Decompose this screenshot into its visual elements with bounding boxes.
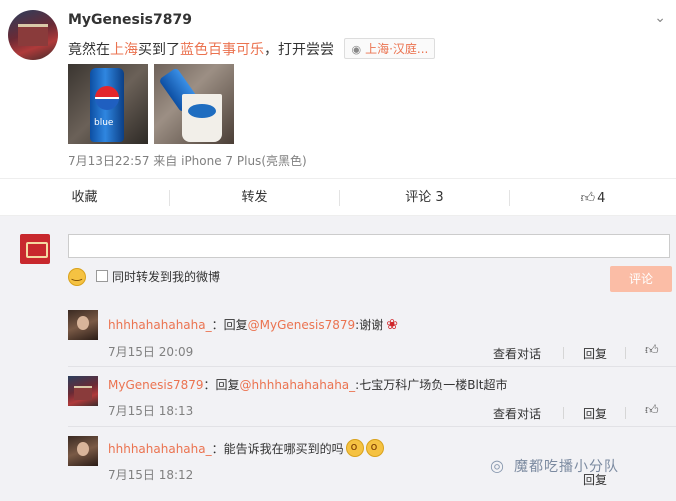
comment-action-divider: [563, 347, 564, 359]
reply-button[interactable]: 回复: [583, 405, 607, 422]
location-chip[interactable]: ◉ 上海·汉庭...: [344, 38, 436, 59]
like-button[interactable]: 👍︎ 4: [510, 179, 676, 217]
comment-mention[interactable]: @hhhhahahahaha_: [240, 378, 356, 392]
post-text: 竟然在上海买到了蓝色百事可乐，打开尝尝 ◉ 上海·汉庭...: [68, 38, 436, 59]
comment-time: 7月15日 20:09: [108, 345, 194, 359]
comment-sep: ：: [211, 442, 224, 456]
watermark-text: 魔都吃播小分队: [514, 459, 619, 475]
thumbs-up-icon[interactable]: 👍︎: [645, 343, 659, 358]
thumbs-up-icon[interactable]: 👍︎: [645, 403, 659, 418]
comment-reply-word: 回复: [223, 318, 248, 332]
also-repost-checkbox[interactable]: [96, 270, 108, 282]
comment-body: :七宝万科广场负一楼Blt超市: [355, 378, 508, 392]
comment-text: MyGenesis7879：回复@hhhhahahahaha_:七宝万科广场负一…: [108, 376, 508, 393]
like-count: 4: [597, 191, 606, 206]
comment-button[interactable]: 评论 3: [340, 179, 509, 217]
comment-text: hhhhahahahaha_：回复@MyGenesis7879:谢谢 ❀: [108, 316, 398, 333]
comment-time: 7月15日 18:12: [108, 468, 194, 482]
location-pin-icon: ◉: [351, 43, 362, 56]
comment-action-divider: [563, 407, 564, 419]
favorite-button[interactable]: 收藏: [0, 179, 169, 217]
post-text-part2: 买到了: [138, 42, 180, 58]
action-bar: 收藏 转发 评论 3 👍︎ 4: [0, 178, 676, 216]
location-label: 上海·汉庭...: [365, 42, 429, 56]
view-thread-button[interactable]: 查看对话: [493, 405, 541, 422]
view-thread-button[interactable]: 查看对话: [493, 345, 541, 362]
comment-sep: ：: [211, 318, 224, 332]
post-text-part1: 竟然在: [68, 42, 110, 58]
comment-username[interactable]: MyGenesis7879: [108, 378, 204, 392]
comment-divider: [68, 366, 676, 367]
post-photo-2[interactable]: [154, 64, 234, 144]
repost-button[interactable]: 转发: [170, 179, 339, 217]
comment-body: :谢谢: [355, 318, 384, 332]
submit-comment-button[interactable]: 评论: [610, 266, 672, 292]
shocked-emoji-icon: [365, 439, 384, 457]
post-meta: 7月13日22:57 来自 iPhone 7 Plus(亮黑色): [68, 154, 307, 168]
comment-body: 能告诉我在哪买到的吗: [223, 442, 344, 456]
topic-link[interactable]: 蓝色百事可乐: [180, 42, 264, 58]
rose-icon: ❀: [386, 317, 398, 333]
comment-reply-word: 回复: [215, 378, 240, 392]
comment-input[interactable]: [68, 234, 670, 258]
comment-text: hhhhahahahaha_：能告诉我在哪买到的吗: [108, 439, 384, 457]
current-user-avatar[interactable]: [20, 234, 50, 264]
commenter-avatar[interactable]: [68, 376, 98, 406]
comment-time: 7月15日 18:13: [108, 404, 194, 418]
wechat-icon: ◎: [490, 456, 504, 475]
shocked-emoji-icon: [345, 439, 364, 457]
chevron-down-icon[interactable]: ⌄: [654, 10, 666, 26]
author-username[interactable]: MyGenesis7879: [68, 12, 192, 28]
post-text-part3: ，打开尝尝: [264, 42, 334, 58]
comment-username[interactable]: hhhhahahahaha_: [108, 442, 212, 456]
emoji-icon[interactable]: [68, 267, 86, 286]
comment-action-divider: [625, 407, 626, 419]
commenter-avatar[interactable]: [68, 310, 98, 340]
thumbs-up-icon: 👍︎: [580, 190, 596, 206]
also-repost-label: 同时转发到我的微博: [112, 270, 221, 284]
weibo-post: MyGenesis7879 ⌄ 竟然在上海买到了蓝色百事可乐，打开尝尝 ◉ 上海·…: [0, 0, 676, 178]
post-photo-1[interactable]: [68, 64, 148, 144]
commenter-avatar[interactable]: [68, 436, 98, 466]
reply-button[interactable]: 回复: [583, 345, 607, 362]
author-avatar[interactable]: [8, 10, 58, 60]
comment-mention[interactable]: @MyGenesis7879: [248, 318, 356, 332]
comment-username[interactable]: hhhhahahahaha_: [108, 318, 212, 332]
place-link[interactable]: 上海: [110, 42, 138, 58]
comment-sep: ：: [203, 378, 216, 392]
comment-divider: [68, 426, 676, 427]
comment-action-divider: [625, 347, 626, 359]
